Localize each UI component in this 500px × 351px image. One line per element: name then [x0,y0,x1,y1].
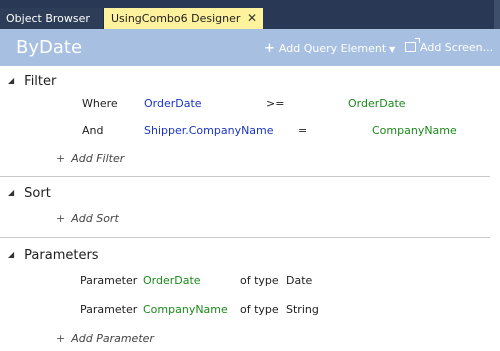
document-tab-strip: Object Browser UsingCombo6 Designer ✕ [0,0,500,29]
parameters-heading: Parameters [24,248,99,263]
collapse-triangle-icon[interactable]: ◢ [8,188,14,197]
parameter-keyword: Parameter [80,274,138,287]
add-parameter-link[interactable]: + Add Parameter [56,332,154,345]
filter-connector-and[interactable]: And [82,124,103,137]
add-parameter-label: Add Parameter [71,332,154,345]
add-screen-icon [405,38,420,52]
parameters-header[interactable]: ◢ Parameters [8,248,99,263]
parameter-of-type: of type [240,303,279,316]
sort-header[interactable]: ◢ Sort [8,186,51,201]
tab-overflow-scrollbar[interactable] [494,0,500,29]
add-query-element-button[interactable]: + Add Query Element ▼ [264,41,395,56]
add-sort-label: Add Sort [71,212,119,225]
add-screen-label: Add Screen... [420,41,494,54]
filter-section: ◢ Filter Where OrderDate >= OrderDate And… [0,66,500,176]
parameter-of-type: of type [240,274,279,287]
chevron-down-icon: ▼ [389,45,396,54]
filter-operator-eq[interactable]: = [298,124,307,137]
parameter-name-companyname[interactable]: CompanyName [143,303,228,316]
parameter-name-orderdate[interactable]: OrderDate [143,274,201,287]
filter-value-companyname[interactable]: CompanyName [372,124,457,137]
collapse-triangle-icon[interactable]: ◢ [8,76,14,85]
filter-header[interactable]: ◢ Filter [8,74,56,89]
add-query-element-label: Add Query Element [278,42,387,55]
parameter-keyword: Parameter [80,303,138,316]
sort-section: ◢ Sort + Add Sort [0,177,500,237]
add-filter-link[interactable]: + Add Filter [56,152,124,165]
filter-connector-where[interactable]: Where [82,97,118,110]
plus-icon: + [56,212,66,225]
plus-icon: + [56,332,66,345]
designer-title-bar: ByDate + Add Query Element ▼ Add Screen... [0,29,500,66]
parameters-section: ◢ Parameters Parameter OrderDate of type … [0,238,500,351]
tab-designer-label: UsingCombo6 Designer [111,12,241,25]
filter-operator-gte[interactable]: >= [266,97,284,110]
filter-heading: Filter [24,74,57,89]
query-title: ByDate [16,37,83,58]
filter-value-orderdate[interactable]: OrderDate [348,97,406,110]
plus-icon: + [56,152,66,165]
tab-usingcombo6-designer[interactable]: UsingCombo6 Designer ✕ [104,8,263,29]
parameter-type-string[interactable]: String [286,303,319,316]
tab-object-browser[interactable]: Object Browser [0,8,104,29]
add-filter-label: Add Filter [71,152,125,165]
filter-field-shipper-companyname[interactable]: Shipper.CompanyName [144,124,274,137]
parameter-type-date[interactable]: Date [286,274,312,287]
tab-object-browser-label: Object Browser [6,12,90,25]
close-icon[interactable]: ✕ [247,8,257,29]
sort-heading: Sort [24,186,51,201]
plus-icon: + [264,41,275,56]
collapse-triangle-icon[interactable]: ◢ [8,250,14,259]
add-sort-link[interactable]: + Add Sort [56,212,119,225]
add-screen-button[interactable]: Add Screen... [405,38,494,54]
filter-field-orderdate[interactable]: OrderDate [144,97,202,110]
